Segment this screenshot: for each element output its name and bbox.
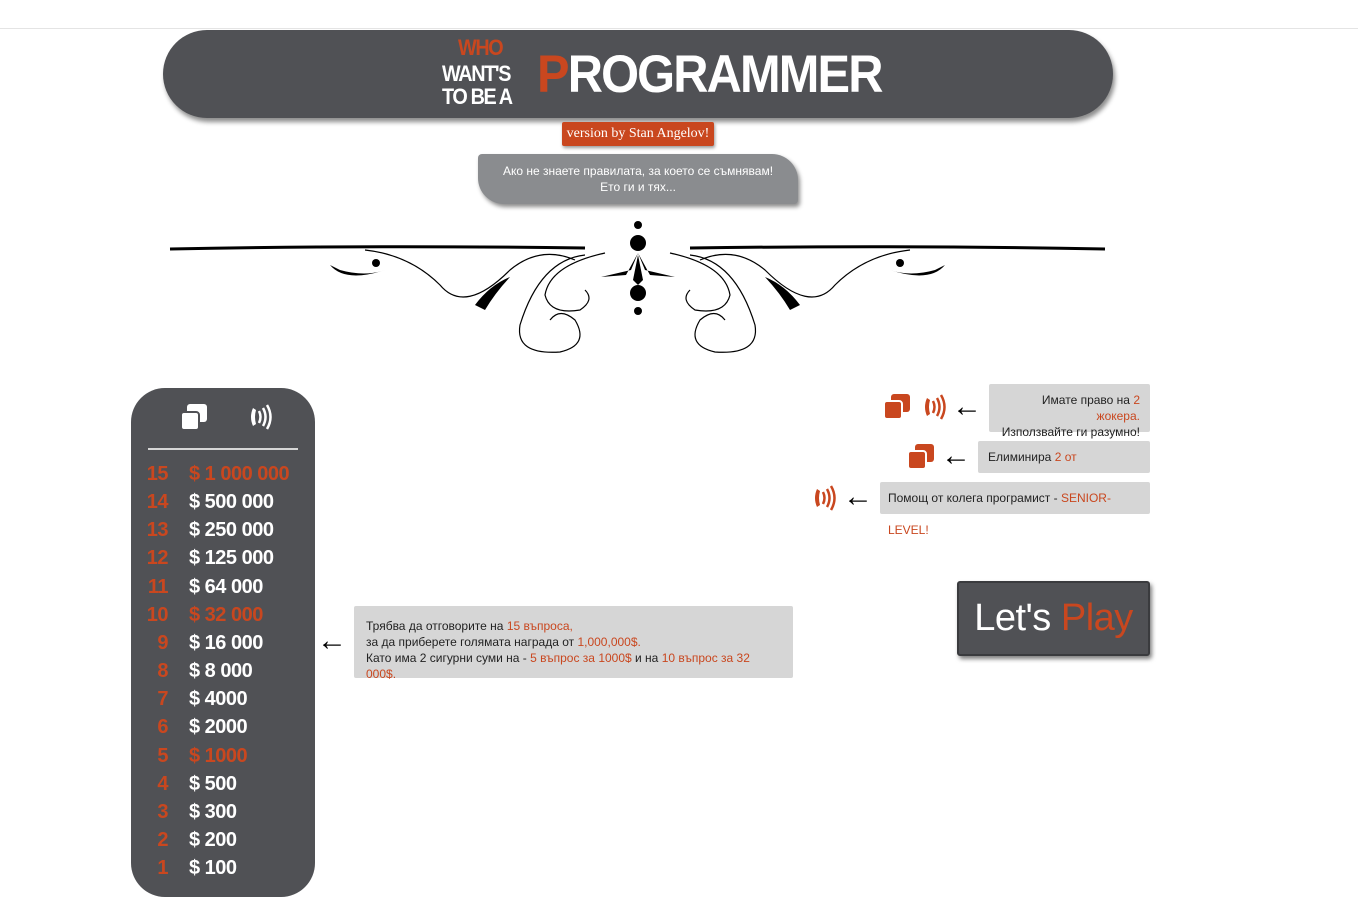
ladder-level-amount: $ 100 (189, 857, 237, 880)
phone-icon (925, 394, 946, 420)
ladder-level-amount: $ 8 000 (189, 660, 253, 683)
arrow-left-icon: ← (952, 390, 982, 423)
play-button[interactable]: Let's Play (957, 581, 1150, 656)
ladder-level: 8 $ 8 000 (131, 657, 315, 685)
ladder-level: 15 $ 1 000 000 (131, 460, 315, 488)
fifty-fifty-icon (883, 394, 910, 420)
ladder-level-amount: $ 4000 (189, 688, 248, 711)
ladder-level: 12 $ 125 000 (131, 544, 315, 572)
ladder-level-number: 10 (146, 603, 169, 626)
ladder-level: 7 $ 4000 (131, 685, 315, 713)
ladder-level: 4 $ 500 (131, 770, 315, 798)
arrow-left-icon: ← (843, 480, 873, 513)
logo-first-letter: P (537, 45, 570, 104)
prize-rules-note: Трябва да отговорите на 15 въпроса, за д… (354, 606, 793, 681)
ladder-level-number: 3 (157, 800, 168, 823)
ladder-level-number: 2 (157, 828, 168, 851)
ladder-level-amount: $ 64 000 (189, 575, 263, 598)
fifty-fifty-icon[interactable] (179, 402, 211, 432)
phone-a-friend-icon[interactable] (243, 402, 275, 432)
ladder-level-number: 5 (157, 744, 168, 767)
ladder-level: 3 $ 300 (131, 798, 315, 826)
ladder-level-amount: $ 200 (189, 828, 237, 851)
ladder-level-amount: $ 125 000 (189, 547, 274, 570)
ladder-separator (148, 448, 298, 450)
rules-line-1: Ако не знаете правилата, за което се съм… (502, 164, 774, 178)
play-label-accent: Play (1060, 597, 1133, 639)
ladder-level-amount: $ 300 (189, 800, 237, 823)
ladder-level: 13 $ 250 000 (131, 516, 315, 544)
ladder-level: 9 $ 16 000 (131, 629, 315, 657)
phone-friend-note: Помощ от колега програмист - SENIOR-LEVE… (880, 482, 1150, 537)
ladder-level: 2 $ 200 (131, 826, 315, 854)
ladder-level: 6 $ 2000 (131, 713, 315, 741)
jokers-note: Имате право на 2 жокера. Използвайте ги … (989, 384, 1150, 439)
rules-link[interactable]: Ако не знаете правилата, за което се съм… (478, 154, 798, 204)
ladder-level-number: 13 (146, 519, 169, 542)
ladder-level: 5 $ 1000 (131, 742, 315, 770)
ladder-level-amount: $ 2000 (189, 716, 248, 739)
rules-line-2: Ето ги и тях... (600, 180, 676, 194)
ladder-level-amount: $ 500 (189, 772, 237, 795)
ladder-level-number: 1 (157, 857, 168, 880)
logo-wants: WANT'S (442, 61, 511, 86)
ladder-level-number: 8 (157, 660, 168, 683)
ladder-level-number: 7 (157, 688, 168, 711)
ladder-level-number: 9 (157, 631, 168, 654)
ladder-level-amount: $ 16 000 (189, 631, 263, 654)
logo-to-be-a: TO BE A (442, 84, 513, 109)
ladder-level-number: 14 (146, 491, 169, 514)
ladder-level-number: 12 (146, 547, 169, 570)
version-badge: version by Stan Angelov! (562, 122, 714, 146)
money-ladder: 15 $ 1 000 000 14 $ 500 000 13 $ 250 000 12 $ 1… (131, 388, 315, 897)
play-label: Let's (974, 597, 1061, 639)
ladder-level-amount: $ 500 000 (189, 491, 274, 514)
logo-who: WHO (458, 35, 504, 60)
fifty-fifty-note: Елиминира 2 от отговорите. (978, 441, 1150, 496)
ladder-level: 10 $ 32 000 (131, 601, 315, 629)
ornament-divider (169, 221, 1106, 353)
top-divider (0, 28, 1358, 29)
ladder-level-amount: $ 32 000 (189, 603, 263, 626)
ladder-level-number: 4 (157, 772, 168, 795)
arrow-left-icon: ← (941, 439, 971, 472)
phone-icon (815, 485, 836, 511)
ladder-level-amount: $ 250 000 (189, 519, 274, 542)
ladder-level: 14 $ 500 000 (131, 488, 315, 516)
ladder-level: 1 $ 100 (131, 854, 315, 882)
ladder-level-amount: $ 1 000 000 (189, 463, 290, 485)
fifty-fifty-icon (907, 444, 934, 470)
arrow-left-icon: ← (317, 624, 347, 657)
ladder-level-number: 11 (147, 575, 169, 598)
logo-programmer: PROGRAMMER (537, 45, 884, 104)
ladder-level-number: 15 (146, 463, 169, 485)
ladder-level-number: 6 (157, 716, 168, 739)
ladder-level: 11 $ 64 000 (131, 573, 315, 601)
logo-rest: ROGRAMMER (567, 45, 884, 104)
game-logo: WHO WANT'S TO BE A PROGRAMMER (442, 35, 883, 116)
ladder-level-amount: $ 1000 (189, 744, 248, 767)
